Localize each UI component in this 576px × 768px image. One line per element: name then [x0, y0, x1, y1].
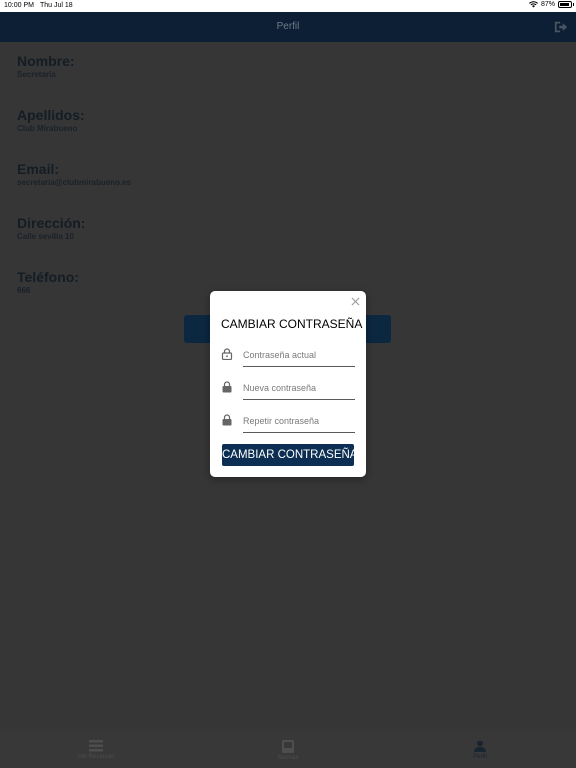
battery-percent: 87%: [540, 1, 555, 8]
field-telefono: Teléfono: 666: [17, 269, 79, 295]
change-password-button[interactable]: CAMBIAR CONTRASEÑA: [222, 444, 357, 466]
lock-icon: [222, 381, 232, 393]
status-time: 10:00 PM: [4, 2, 34, 9]
field-value: Club Mirabueno: [17, 124, 78, 133]
new-password-input[interactable]: [243, 376, 355, 400]
field-direccion: Dirección: Calle sevilla 10: [17, 215, 85, 241]
tab-label: Ver Reservas: [77, 754, 114, 760]
status-date: Thu Jul 18: [40, 2, 73, 9]
tab-label: Normas: [277, 755, 299, 761]
new-password-row: [221, 376, 355, 404]
battery-icon: [558, 1, 574, 8]
tab-perfil[interactable]: Perfil: [440, 740, 520, 760]
field-label: Apellidos:: [17, 107, 85, 123]
tab-label: Perfil: [473, 754, 487, 760]
repeat-password-input[interactable]: [243, 409, 355, 433]
field-apellidos: Apellidos: Club Mirabueno: [17, 107, 85, 133]
lock-open-icon: [221, 348, 233, 360]
field-label: Dirección:: [17, 215, 86, 231]
field-label: Nombre:: [17, 53, 75, 69]
list-icon: [89, 740, 103, 752]
field-value: Secretaria: [17, 70, 56, 79]
tab-ver-reservas[interactable]: Ver Reservas: [56, 740, 136, 760]
field-label: Teléfono:: [17, 269, 79, 285]
repeat-password-row: [221, 409, 355, 437]
current-password-input[interactable]: [243, 343, 355, 367]
bottom-tab-bar: Ver Reservas Normas Perfil: [0, 732, 576, 768]
person-icon: [474, 740, 486, 752]
status-right: 87%: [528, 1, 574, 8]
field-label: Email:: [17, 161, 60, 177]
field-nombre: Nombre: Secretaria: [17, 53, 75, 79]
field-value: 666: [17, 286, 31, 295]
current-password-row: [221, 343, 355, 371]
logout-icon[interactable]: [554, 20, 568, 34]
status-bar: 10:00 PM Thu Jul 18 87%: [0, 0, 576, 12]
book-icon: [282, 740, 294, 753]
field-value: Calle sevilla 10: [17, 232, 74, 241]
change-password-dialog: CAMBIAR CONTRASEÑA CAMBIAR CONTRASEÑA: [210, 291, 366, 477]
lock-icon: [222, 414, 232, 426]
field-value: secretaria@clubmirabueno.es: [17, 178, 132, 187]
close-icon[interactable]: [351, 297, 360, 306]
page-title: Perfil: [276, 21, 300, 32]
app-bar: Perfil: [0, 12, 576, 42]
wifi-icon: [528, 1, 538, 8]
tab-normas[interactable]: Normas: [248, 740, 328, 761]
field-email: Email: secretaria@clubmirabueno.es: [17, 161, 131, 187]
dialog-title: CAMBIAR CONTRASEÑA: [221, 317, 363, 331]
